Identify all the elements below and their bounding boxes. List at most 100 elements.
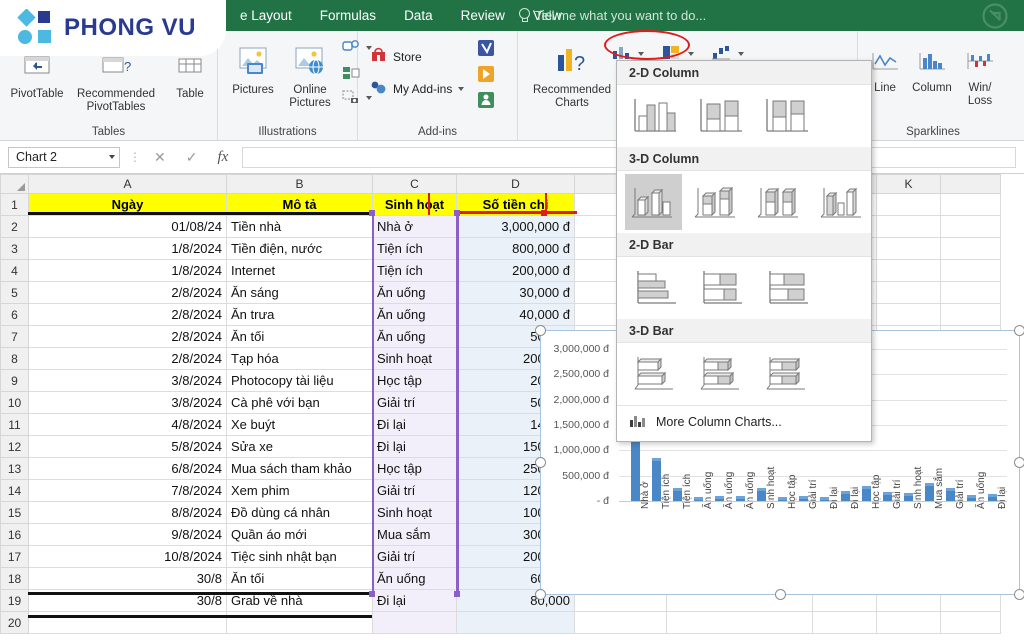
tell-me-search[interactable]: Tell me what you want to do... [518,0,706,31]
cell-empty[interactable] [876,215,941,238]
chart-bar[interactable] [651,460,662,501]
sparkline-column-button[interactable]: Column [906,49,958,95]
cell-empty[interactable] [940,215,1001,238]
cell-category[interactable]: Giải trí [372,391,457,414]
cell-date[interactable]: 30/8 [28,589,227,612]
row-header-19[interactable]: 19 [0,589,29,612]
gallery-item-3d-clustered-bar[interactable] [625,346,685,402]
chart-handle-mid-left[interactable] [535,457,546,468]
bing-addin-button[interactable] [476,65,496,86]
cell-description[interactable]: Sửa xe [226,435,373,458]
cell-empty[interactable] [812,611,877,634]
gallery-item-3d-clustered-column[interactable] [625,174,682,230]
people-graph-button[interactable] [476,91,496,112]
cell-date[interactable]: 2/8/2024 [28,281,227,304]
cell-description[interactable]: Ăn sáng [226,281,373,304]
cell-description[interactable]: Ăn trưa [226,303,373,326]
cell-category[interactable]: Học tập [372,369,457,392]
cell-date[interactable]: 7/8/2024 [28,479,227,502]
tab-page-layout[interactable]: e Layout [226,0,306,31]
selection-handle-d-top-right[interactable] [541,210,547,216]
row-header-8[interactable]: 8 [0,347,29,370]
cell-description[interactable]: Internet [226,259,373,282]
cell-description[interactable]: Tiệc sinh nhật bạn [226,545,373,568]
store-button[interactable]: Store [370,47,422,66]
cell-description[interactable]: Quần áo mới [226,523,373,546]
header-cell-mota[interactable]: Mô tả [226,193,373,216]
selection-handle-d-bottom[interactable] [454,591,460,597]
row-header-13[interactable]: 13 [0,457,29,480]
cell-amount[interactable]: 40,000 đ [456,303,575,326]
cell-category[interactable]: Ăn uống [372,325,457,348]
cell-date[interactable]: 5/8/2024 [28,435,227,458]
cell-category[interactable]: Đi lại [372,435,457,458]
header-cell-sotienchi[interactable]: Số tiền chi [456,193,575,216]
row-header-15[interactable]: 15 [0,501,29,524]
cell-date[interactable]: 4/8/2024 [28,413,227,436]
cell-date[interactable]: 1/8/2024 [28,237,227,260]
cell-empty[interactable] [876,281,941,304]
cell-date[interactable]: 01/08/24 [28,215,227,238]
cell-empty[interactable] [574,611,667,634]
cell-description[interactable]: Mua sách tham khảo [226,457,373,480]
row-header-18[interactable]: 18 [0,567,29,590]
cell-description[interactable]: Đồ dùng cá nhân [226,501,373,524]
cell-l1[interactable] [940,193,1001,216]
cell-category[interactable]: Ăn uống [372,303,457,326]
name-box[interactable]: Chart 2 [8,146,120,168]
chart-handle-bottom-mid[interactable] [775,589,786,600]
gallery-item-clustered-bar[interactable] [625,260,685,316]
my-addins-button[interactable]: My Add-ins [370,79,465,98]
cell-category[interactable]: Học tập [372,457,457,480]
column-chart-gallery-dropdown[interactable]: 2-D Column 3-D Column 2-D Bar 3-D Bar Mo… [616,60,872,442]
cell-description[interactable]: Ăn tối [226,567,373,590]
cell-amount[interactable] [456,611,575,634]
cell-description[interactable] [226,611,373,634]
column-header-d[interactable]: D [456,174,575,194]
row-header-9[interactable]: 9 [0,369,29,392]
cell-date[interactable]: 3/8/2024 [28,391,227,414]
gallery-item-3d-stacked-column[interactable] [688,174,745,230]
cell-empty[interactable] [876,303,941,326]
tab-data[interactable]: Data [390,0,447,31]
cell-date[interactable]: 6/8/2024 [28,457,227,480]
row-header-16[interactable]: 16 [0,523,29,546]
header-cell-ngay[interactable]: Ngày [28,193,227,216]
column-header-b[interactable]: B [226,174,373,194]
select-all-corner[interactable] [0,174,29,194]
cell-date[interactable]: 2/8/2024 [28,325,227,348]
row-header-4[interactable]: 4 [0,259,29,282]
cell-category[interactable]: Tiện ích [372,237,457,260]
cell-date[interactable]: 8/8/2024 [28,501,227,524]
chart-handle-top-left[interactable] [535,325,546,336]
chart-handle-mid-right[interactable] [1014,457,1024,468]
cell-empty[interactable] [876,237,941,260]
row-header-20[interactable]: 20 [0,611,29,634]
row-header-1[interactable]: 1 [0,193,29,216]
chart-bar[interactable] [861,488,872,501]
cell-category[interactable]: Giải trí [372,479,457,502]
row-header-17[interactable]: 17 [0,545,29,568]
cell-description[interactable]: Tiền điện, nước [226,237,373,260]
chart-handle-bottom-left[interactable] [535,589,546,600]
chart-bar[interactable] [840,493,851,501]
row-header-11[interactable]: 11 [0,413,29,436]
header-cell-sinhhoat[interactable]: Sinh hoạt [372,193,457,216]
chart-bar[interactable] [672,490,683,501]
cell-description[interactable]: Ăn tối [226,325,373,348]
cell-category[interactable]: Nhà ở [372,215,457,238]
cell-date[interactable]: 2/8/2024 [28,347,227,370]
cell-description[interactable]: Tạp hóa [226,347,373,370]
cell-description[interactable]: Grab về nhà [226,589,373,612]
cell-description[interactable]: Cà phê với bạn [226,391,373,414]
gallery-item-3d-100-stacked-bar[interactable] [757,346,817,402]
cell-category[interactable]: Đi lại [372,589,457,612]
gallery-item-stacked-bar[interactable] [691,260,751,316]
pivottable-button[interactable]: PivotTable [4,55,70,101]
cell-amount[interactable]: 30,000 đ [456,281,575,304]
tab-review[interactable]: Review [447,0,519,31]
name-box-chevron-down-icon[interactable] [109,155,115,159]
cell-category[interactable] [372,611,457,634]
selection-handle-c-top[interactable] [369,210,375,216]
cell-category[interactable]: Tiện ích [372,259,457,282]
